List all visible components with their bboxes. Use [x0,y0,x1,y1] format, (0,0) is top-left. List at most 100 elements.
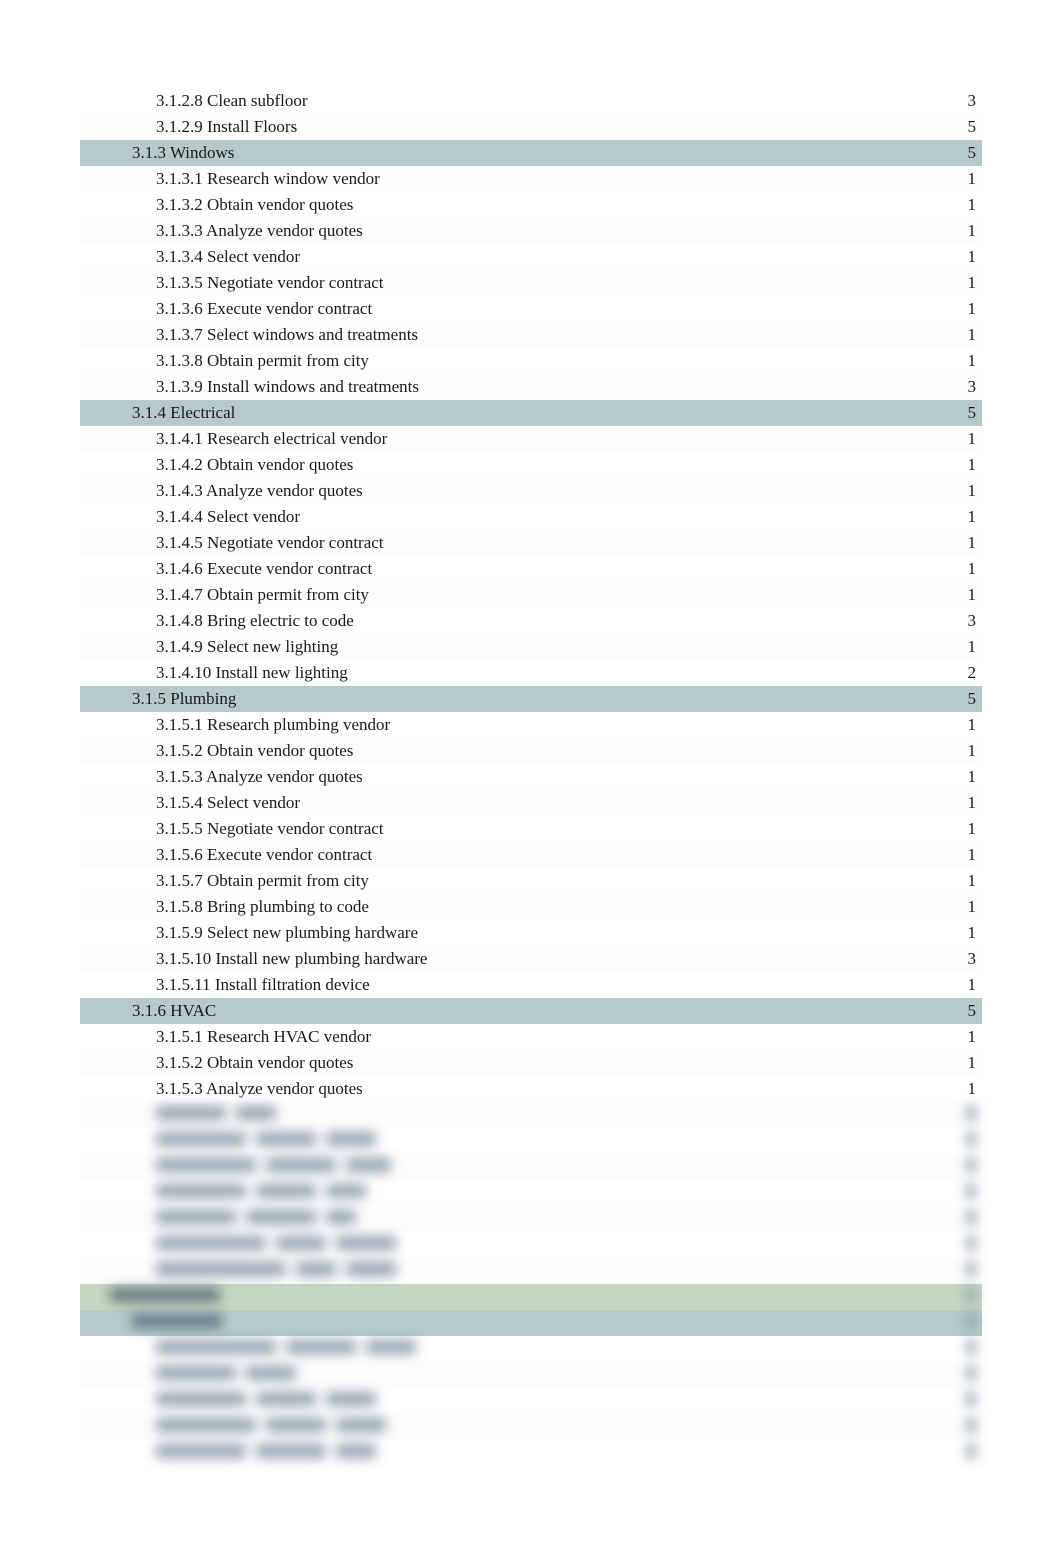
wbs-task-row [80,1362,982,1388]
wbs-task-row [80,1440,982,1466]
wbs-value: 1 [922,247,982,267]
wbs-label [82,1131,922,1151]
wbs-value: 1 [922,741,982,761]
wbs-task-row: 3.1.4.6 Execute vendor contract1 [80,556,982,582]
wbs-value [922,1261,982,1281]
wbs-value: 1 [922,273,982,293]
wbs-task-row [80,1336,982,1362]
wbs-task-row: 3.1.3.3 Analyze vendor quotes1 [80,218,982,244]
wbs-label: 3.1.5.4 Select vendor [82,793,922,813]
wbs-task-row [80,1232,982,1258]
wbs-label: 3.1.3.1 Research window vendor [82,169,922,189]
wbs-label: 3.1.4.3 Analyze vendor quotes [82,481,922,501]
wbs-heading-row [80,1284,982,1310]
wbs-task-row: 3.1.3.6 Execute vendor contract1 [80,296,982,322]
wbs-label [82,1339,922,1359]
wbs-label [82,1417,922,1437]
wbs-value: 1 [922,169,982,189]
wbs-value [922,1183,982,1203]
wbs-label: 3.1.3.7 Select windows and treatments [82,325,922,345]
wbs-task-row: 3.1.4.2 Obtain vendor quotes1 [80,452,982,478]
wbs-label: 3.1.5.3 Analyze vendor quotes [82,767,922,787]
wbs-value: 1 [922,481,982,501]
wbs-label [82,1261,922,1281]
wbs-task-row: 3.1.3.8 Obtain permit from city1 [80,348,982,374]
wbs-task-row: 3.1.2.8 Clean subfloor3 [80,88,982,114]
wbs-label: 3.1.5.1 Research HVAC vendor [82,1027,922,1047]
wbs-value [922,1313,982,1333]
wbs-value [922,1287,982,1307]
wbs-value: 1 [922,559,982,579]
wbs-task-row: 3.1.5.9 Select new plumbing hardware1 [80,920,982,946]
wbs-value [922,1417,982,1437]
wbs-value: 1 [922,793,982,813]
wbs-task-row: 3.1.5.4 Select vendor1 [80,790,982,816]
wbs-value [922,1235,982,1255]
wbs-task-row: 3.1.3.4 Select vendor1 [80,244,982,270]
wbs-value: 1 [922,507,982,527]
wbs-label [82,1235,922,1255]
wbs-value: 1 [922,221,982,241]
wbs-value: 1 [922,819,982,839]
wbs-label: 3.1.4.5 Negotiate vendor contract [82,533,922,553]
wbs-label: 3.1.5 Plumbing [82,689,922,709]
wbs-label [82,1209,922,1229]
wbs-label [82,1105,922,1125]
wbs-value: 1 [922,325,982,345]
wbs-label [82,1183,922,1203]
wbs-value: 5 [922,143,982,163]
wbs-task-row [80,1102,982,1128]
wbs-heading-row: 3.1.6 HVAC5 [80,998,982,1024]
wbs-value: 1 [922,923,982,943]
wbs-task-row: 3.1.4.8 Bring electric to code3 [80,608,982,634]
wbs-label: 3.1.2.9 Install Floors [82,117,922,137]
wbs-task-row: 3.1.3.9 Install windows and treatments3 [80,374,982,400]
wbs-value [922,1443,982,1463]
wbs-value: 1 [922,637,982,657]
wbs-value: 3 [922,611,982,631]
wbs-label: 3.1.5.8 Bring plumbing to code [82,897,922,917]
wbs-value: 1 [922,455,982,475]
wbs-label [82,1287,922,1307]
wbs-value: 1 [922,1027,982,1047]
wbs-value: 2 [922,663,982,683]
wbs-label: 3.1.5.9 Select new plumbing hardware [82,923,922,943]
wbs-label: 3.1.3.6 Execute vendor contract [82,299,922,319]
wbs-label: 3.1.3.4 Select vendor [82,247,922,267]
wbs-label: 3.1.3.9 Install windows and treatments [82,377,922,397]
wbs-label: 3.1.5.10 Install new plumbing hardware [82,949,922,969]
wbs-label: 3.1.4.7 Obtain permit from city [82,585,922,605]
wbs-label: 3.1.5.6 Execute vendor contract [82,845,922,865]
wbs-label: 3.1.3.8 Obtain permit from city [82,351,922,371]
wbs-value: 3 [922,949,982,969]
wbs-value: 1 [922,299,982,319]
wbs-task-row: 3.1.5.6 Execute vendor contract1 [80,842,982,868]
wbs-label: 3.1.5.5 Negotiate vendor contract [82,819,922,839]
wbs-task-row: 3.1.4.3 Analyze vendor quotes1 [80,478,982,504]
wbs-value: 5 [922,117,982,137]
wbs-label: 3.1.5.11 Install filtration device [82,975,922,995]
wbs-label [82,1443,922,1463]
wbs-table: 3.1.2.8 Clean subfloor3 3.1.2.9 Install F… [0,0,1062,1526]
wbs-label [82,1313,922,1333]
wbs-task-row: 3.1.3.2 Obtain vendor quotes1 [80,192,982,218]
wbs-task-row: 3.1.4.10 Install new lighting2 [80,660,982,686]
wbs-task-row: 3.1.5.3 Analyze vendor quotes1 [80,1076,982,1102]
wbs-task-row: 3.1.4.7 Obtain permit from city1 [80,582,982,608]
wbs-task-row: 3.1.5.3 Analyze vendor quotes1 [80,764,982,790]
wbs-task-row: 3.1.5.7 Obtain permit from city1 [80,868,982,894]
wbs-label: 3.1.4.4 Select vendor [82,507,922,527]
wbs-value: 1 [922,351,982,371]
wbs-label [82,1365,922,1385]
wbs-task-row: 3.1.5.2 Obtain vendor quotes1 [80,738,982,764]
wbs-value: 1 [922,1079,982,1099]
wbs-value: 1 [922,767,982,787]
wbs-value: 1 [922,715,982,735]
wbs-task-row: 3.1.4.1 Research electrical vendor1 [80,426,982,452]
wbs-label: 3.1.5.7 Obtain permit from city [82,871,922,891]
wbs-heading-row: 3.1.5 Plumbing5 [80,686,982,712]
wbs-label: 3.1.4 Electrical [82,403,922,423]
wbs-task-row: 3.1.4.5 Negotiate vendor contract1 [80,530,982,556]
wbs-task-row: 3.1.5.1 Research HVAC vendor1 [80,1024,982,1050]
wbs-value: 1 [922,533,982,553]
